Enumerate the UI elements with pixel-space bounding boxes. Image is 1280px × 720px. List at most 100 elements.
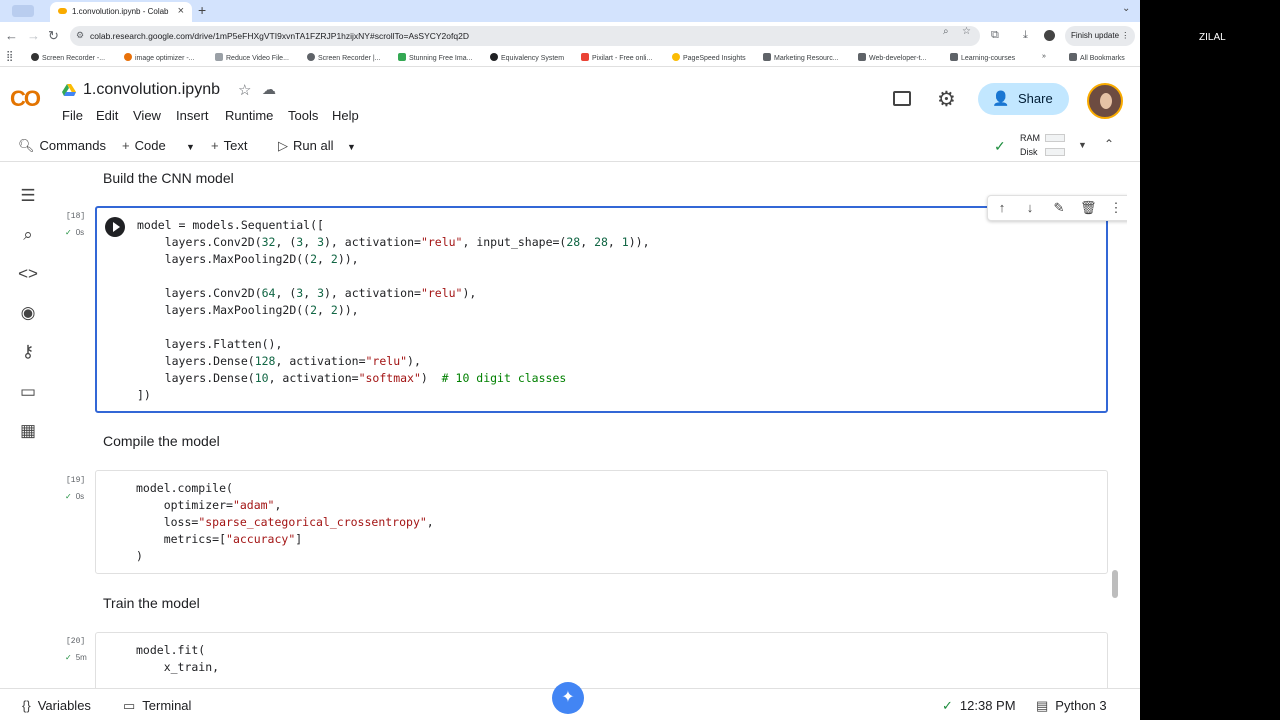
code-line[interactable]: layers.MaxPooling2D((2, 2)),	[137, 302, 650, 319]
star-icon[interactable]: ☆	[238, 81, 251, 99]
chevron-down-icon[interactable]: ▼	[1078, 140, 1087, 150]
run-cell-button[interactable]	[105, 217, 125, 237]
colab-logo[interactable]: CO	[10, 86, 41, 112]
apps-grid-icon[interactable]: ⣿	[6, 51, 13, 62]
code-line[interactable]: layers.Dense(128, activation="relu"),	[137, 353, 650, 370]
download-icon[interactable]: ⤓	[1023, 29, 1028, 42]
chevron-down-icon[interactable]: ▼	[186, 142, 195, 152]
tab-groups-button[interactable]	[12, 5, 34, 17]
notebook-title[interactable]: 1.convolution.ipynb	[83, 81, 220, 99]
comment-icon[interactable]	[893, 91, 911, 106]
profile-icon[interactable]	[1044, 30, 1055, 41]
share-button[interactable]: 👤 Share	[978, 83, 1069, 115]
run-all-button[interactable]: ▷ Run all	[278, 138, 333, 154]
code-editor[interactable]: model = models.Sequential([ layers.Conv2…	[137, 217, 650, 404]
code-line[interactable]: layers.MaxPooling2D((2, 2)),	[137, 251, 650, 268]
code-line[interactable]: loss="sparse_categorical_crossentropy",	[136, 514, 434, 531]
delete-icon[interactable]: 🗑︎	[1080, 200, 1097, 216]
bookmark-item[interactable]: Equivalency System	[490, 53, 564, 62]
code-line[interactable]: layers.Conv2D(64, (3, 3), activation="re…	[137, 285, 650, 302]
gemini-icon[interactable]: ✦	[552, 682, 584, 714]
code-cell[interactable]: model.compile( optimizer="adam", loss="s…	[95, 470, 1108, 574]
folder-icon[interactable]: ▭	[18, 382, 38, 402]
markdown-heading[interactable]: Train the model	[103, 595, 200, 611]
chevron-up-icon[interactable]: ⌃	[1104, 137, 1114, 151]
avatar[interactable]	[1087, 83, 1123, 119]
more-options-icon[interactable]: ⋮	[1108, 200, 1124, 216]
disk-bar[interactable]	[1045, 148, 1065, 156]
data-table-icon[interactable]: ▦	[18, 421, 38, 441]
bookmark-item[interactable]: Pixilart - Free onli...	[581, 53, 652, 62]
bookmark-item[interactable]: Web-developer-t...	[858, 53, 926, 62]
search-icon[interactable]: ⌕	[943, 26, 949, 37]
code-cell[interactable]: model.fit( x_train,	[95, 632, 1108, 688]
menu-edit[interactable]: Edit	[96, 108, 118, 123]
move-down-icon[interactable]: ↓	[1022, 200, 1038, 215]
variables-button[interactable]: {} Variables	[22, 698, 91, 713]
bookmark-star-icon[interactable]: ☆	[962, 26, 971, 37]
bookmark-item[interactable]: Screen Recorder -...	[31, 53, 105, 62]
drive-icon[interactable]	[62, 84, 76, 96]
code-line[interactable]	[137, 319, 650, 336]
ram-bar[interactable]	[1045, 134, 1065, 142]
bookmark-item[interactable]: Screen Recorder |...	[307, 53, 381, 62]
scrollbar-thumb[interactable]	[1112, 570, 1118, 598]
move-up-icon[interactable]: ↑	[994, 200, 1010, 215]
menu-insert[interactable]: Insert	[176, 108, 209, 123]
code-line[interactable]: ])	[137, 387, 650, 404]
markdown-heading[interactable]: Compile the model	[103, 433, 220, 449]
new-tab-icon[interactable]: +	[198, 2, 206, 18]
address-bar[interactable]: ⚙ colab.research.google.com/drive/1mP5eF…	[70, 26, 980, 46]
code-line[interactable]: layers.Dense(10, activation="softmax") #…	[137, 370, 650, 387]
menu-file[interactable]: File	[62, 108, 83, 123]
more-bookmarks-icon[interactable]: »	[1042, 53, 1046, 60]
menu-runtime[interactable]: Runtime	[225, 108, 273, 123]
runtime-info[interactable]: ▤ Python 3	[1036, 698, 1107, 714]
edit-icon[interactable]: ✎	[1051, 200, 1067, 216]
code-line[interactable]: model.compile(	[136, 480, 434, 497]
extensions-icon[interactable]: ⧉	[991, 29, 999, 42]
code-line[interactable]: model = models.Sequential([	[137, 217, 650, 234]
code-line[interactable]: optimizer="adam",	[136, 497, 434, 514]
add-text-button[interactable]: + Text	[211, 138, 247, 153]
terminal-button[interactable]: ▭ Terminal	[123, 698, 191, 714]
variables-icon[interactable]: ◉	[18, 303, 38, 323]
bookmark-item[interactable]: All Bookmarks	[1069, 53, 1125, 62]
markdown-heading[interactable]: Build the CNN model	[103, 170, 234, 184]
gear-icon[interactable]: ⚙	[937, 87, 956, 112]
key-icon[interactable]: ⚷	[18, 342, 38, 362]
code-line[interactable]: x_train,	[136, 659, 219, 676]
bookmark-item[interactable]: Reduce Video File...	[215, 53, 289, 62]
close-tab-icon[interactable]: ×	[178, 5, 184, 17]
code-line[interactable]: )	[136, 548, 434, 565]
code-line[interactable]	[137, 268, 650, 285]
site-info-icon[interactable]: ⚙	[76, 30, 84, 41]
bookmark-item[interactable]: Stunning Free Ima...	[398, 53, 472, 62]
code-snippets-icon[interactable]: <>	[18, 264, 38, 284]
table-of-contents-icon[interactable]: ☰	[18, 186, 38, 206]
code-line[interactable]: metrics=["accuracy"]	[136, 531, 434, 548]
cloud-saved-icon[interactable]: ☁	[262, 81, 276, 98]
code-cell[interactable]: ↑ ↓ ✎ 🗑︎ ⋮ model = models.Sequential([ l…	[95, 195, 1127, 413]
status-time[interactable]: ✓ 12:38 PM	[942, 698, 1016, 714]
bookmark-item[interactable]: PageSpeed Insights	[672, 53, 746, 62]
chevron-down-icon[interactable]: ▼	[347, 142, 356, 152]
bookmark-item[interactable]: Marketing Resourc...	[763, 53, 839, 62]
scrollbar-track[interactable]	[1127, 162, 1140, 688]
code-editor[interactable]: model.compile( optimizer="adam", loss="s…	[136, 480, 434, 565]
finish-update-button[interactable]: Finish update ⋮	[1065, 26, 1135, 46]
menu-view[interactable]: View	[133, 108, 161, 123]
code-line[interactable]: model.fit(	[136, 642, 219, 659]
bookmark-item[interactable]: image optimizer -...	[124, 53, 195, 62]
browser-tab[interactable]: 1.convolution.ipynb - Colab ×	[50, 2, 192, 22]
reload-icon[interactable]: ↻	[48, 28, 59, 44]
commands-button[interactable]: 🔍︎ Commands	[18, 138, 106, 154]
forward-icon[interactable]: →	[27, 28, 40, 43]
add-code-button[interactable]: + Code	[122, 138, 166, 153]
bookmark-item[interactable]: Learning-courses	[950, 53, 1015, 62]
chevron-down-icon[interactable]: ⌄	[1122, 3, 1130, 14]
code-editor[interactable]: model.fit( x_train,	[136, 642, 219, 676]
code-line[interactable]: layers.Conv2D(32, (3, 3), activation="re…	[137, 234, 650, 251]
back-icon[interactable]: ←	[5, 28, 18, 43]
menu-tools[interactable]: Tools	[288, 108, 318, 123]
